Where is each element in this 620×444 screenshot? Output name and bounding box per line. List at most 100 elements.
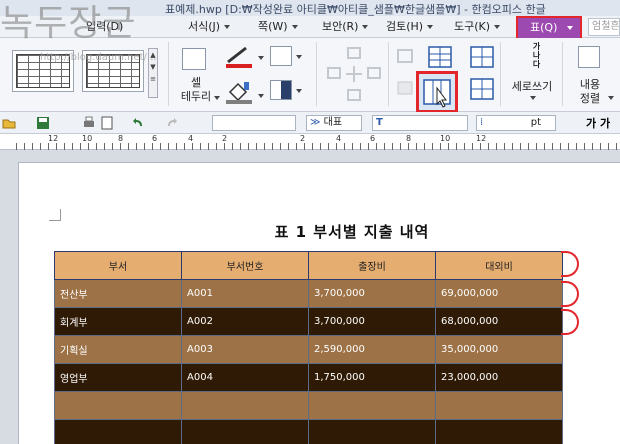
chevron-down-icon[interactable] bbox=[214, 96, 220, 100]
header-cell[interactable]: 대외비 bbox=[435, 251, 563, 280]
table-cell[interactable]: 69,000,000 bbox=[435, 279, 563, 308]
document-page[interactable]: 표 1 부서별 지출 내역 부서 부서번호 출장비 대외비 전산부 A001 3… bbox=[18, 162, 620, 444]
cell-move-icon bbox=[327, 47, 381, 101]
bold-italic-buttons[interactable]: 가 가 bbox=[586, 115, 610, 131]
document-area: 표 1 부서별 지출 내역 부서 부서번호 출장비 대외비 전산부 A001 3… bbox=[0, 150, 620, 444]
table-cell[interactable]: A003 bbox=[181, 335, 309, 364]
menu-page[interactable]: 쪽(W) bbox=[258, 19, 298, 35]
chevron-down-icon bbox=[567, 26, 574, 30]
table-cell[interactable]: 3,700,000 bbox=[308, 307, 436, 336]
ruler-number: 6 bbox=[152, 134, 158, 143]
menu-table-tab[interactable]: 표(Q) bbox=[516, 16, 582, 40]
content-align-icon[interactable] bbox=[578, 46, 600, 68]
search-field[interactable]: 엄철흔 bbox=[588, 18, 620, 36]
title-bar: 표예제.hwp [D:₩작성완료 아티클₩아티클_샘플₩한글샘플₩] - 한컴오… bbox=[0, 0, 620, 16]
print-icon[interactable] bbox=[82, 116, 96, 130]
table-cell[interactable]: A002 bbox=[181, 307, 309, 336]
insert-row-icon[interactable] bbox=[428, 46, 452, 68]
table-cell[interactable] bbox=[308, 419, 436, 444]
font-combo[interactable]: T bbox=[372, 115, 468, 131]
chevron-down-icon[interactable] bbox=[530, 96, 536, 100]
vertical-text-icon: 가나다 bbox=[522, 42, 548, 69]
folder-open-icon[interactable] bbox=[2, 116, 16, 130]
menu-security[interactable]: 보안(R) bbox=[322, 19, 369, 35]
style-value: 대표 bbox=[323, 117, 343, 128]
preview-icon[interactable] bbox=[100, 116, 114, 130]
style-combo[interactable]: ≫ 대표 bbox=[306, 115, 362, 131]
table-cell[interactable]: A004 bbox=[181, 363, 309, 392]
table-header-row: 부서 부서번호 출장비 대외비 bbox=[54, 251, 563, 280]
table-cell[interactable] bbox=[54, 419, 182, 444]
save-icon[interactable] bbox=[36, 116, 50, 130]
ruler-number: 8 bbox=[406, 134, 412, 143]
ruler-number: 10 bbox=[440, 134, 451, 143]
table-cell[interactable]: 68,000,000 bbox=[435, 307, 563, 336]
border-fill-icon[interactable] bbox=[270, 80, 292, 100]
ruler-number: 8 bbox=[118, 134, 124, 143]
border-style-icon[interactable] bbox=[270, 46, 292, 66]
watermark-url: http://blog.daum.net/... bbox=[40, 52, 157, 63]
chevron-down-icon[interactable] bbox=[258, 56, 264, 60]
table-row: 영업부 A004 1,750,000 23,000,000 bbox=[54, 363, 563, 392]
menu-format-label: 서식(J) bbox=[188, 20, 221, 33]
header-cell[interactable]: 부서 bbox=[54, 251, 182, 280]
chevron-down-icon bbox=[494, 25, 501, 29]
equal-column-width-button[interactable] bbox=[416, 71, 458, 113]
table-cell[interactable]: 영업부 bbox=[54, 363, 182, 392]
menu-tools[interactable]: 도구(K) bbox=[454, 19, 501, 35]
expense-table[interactable]: 부서 부서번호 출장비 대외비 전산부 A001 3,700,000 69,00… bbox=[54, 251, 563, 444]
menu-page-label: 쪽(W) bbox=[258, 20, 288, 33]
table-cell[interactable]: 회계부 bbox=[54, 307, 182, 336]
undo-icon[interactable] bbox=[132, 116, 146, 130]
table-cell[interactable]: 1,750,000 bbox=[308, 363, 436, 392]
table-cell[interactable]: 23,000,000 bbox=[435, 363, 563, 392]
table-cell[interactable]: 전산부 bbox=[54, 279, 182, 308]
style-icon: ≫ bbox=[310, 117, 321, 128]
ruler-number: 10 bbox=[82, 134, 93, 143]
fill-color-icon[interactable] bbox=[224, 78, 254, 106]
table-cell[interactable]: A001 bbox=[181, 279, 309, 308]
redo-icon bbox=[168, 118, 177, 126]
annotation-arc bbox=[561, 251, 579, 277]
ruler-number: 2 bbox=[222, 134, 228, 143]
annotation-arc bbox=[561, 309, 579, 335]
font-icon: T bbox=[376, 117, 383, 128]
table-cell[interactable] bbox=[54, 391, 182, 420]
chevron-down-icon bbox=[291, 25, 298, 29]
content-align-label-2: 정렬 bbox=[579, 92, 601, 105]
header-cell[interactable]: 부서번호 bbox=[181, 251, 309, 280]
split-cells-icon[interactable] bbox=[470, 46, 494, 68]
menu-review-label: 검토(H) bbox=[386, 20, 424, 33]
vertical-text-label[interactable]: 세로쓰기 bbox=[506, 80, 558, 93]
table-cell[interactable] bbox=[308, 391, 436, 420]
table-cell[interactable]: 3,700,000 bbox=[308, 279, 436, 308]
chevron-down-icon[interactable] bbox=[258, 94, 264, 98]
menu-format[interactable]: 서식(J) bbox=[188, 19, 231, 35]
chevron-down-icon[interactable] bbox=[296, 55, 302, 59]
ruler: 12 10 8 6 4 2 2 4 6 8 10 12 bbox=[0, 134, 620, 150]
table-cell[interactable]: 기획실 bbox=[54, 335, 182, 364]
chevron-down-icon bbox=[362, 25, 369, 29]
ruler-number: 2 bbox=[300, 134, 306, 143]
merge-cells-icon[interactable] bbox=[470, 78, 494, 100]
table-cell[interactable] bbox=[435, 391, 563, 420]
zoom-combo[interactable] bbox=[212, 115, 296, 131]
table-row: 기획실 A003 2,590,000 35,000,000 bbox=[54, 335, 563, 364]
table-cell[interactable]: 35,000,000 bbox=[435, 335, 563, 364]
cell-border-icon[interactable] bbox=[182, 48, 206, 70]
chevron-down-icon[interactable] bbox=[296, 89, 302, 93]
chevron-down-icon bbox=[427, 25, 434, 29]
header-cell[interactable]: 출장비 bbox=[308, 251, 436, 280]
erase-icon bbox=[397, 49, 413, 95]
font-size-combo[interactable]: ⁞ pt bbox=[476, 115, 556, 131]
table-cell[interactable] bbox=[435, 419, 563, 444]
menu-insert[interactable]: 입력(D) bbox=[86, 19, 123, 35]
table-cell[interactable]: 2,590,000 bbox=[308, 335, 436, 364]
menu-review[interactable]: 검토(H) bbox=[386, 19, 434, 35]
menu-table-label: 표(Q) bbox=[530, 21, 558, 34]
pen-color-icon[interactable] bbox=[224, 44, 254, 70]
table-cell[interactable] bbox=[181, 391, 309, 420]
table-cell[interactable] bbox=[181, 419, 309, 444]
annotation-arc bbox=[561, 281, 579, 307]
chevron-down-icon[interactable] bbox=[608, 96, 614, 100]
